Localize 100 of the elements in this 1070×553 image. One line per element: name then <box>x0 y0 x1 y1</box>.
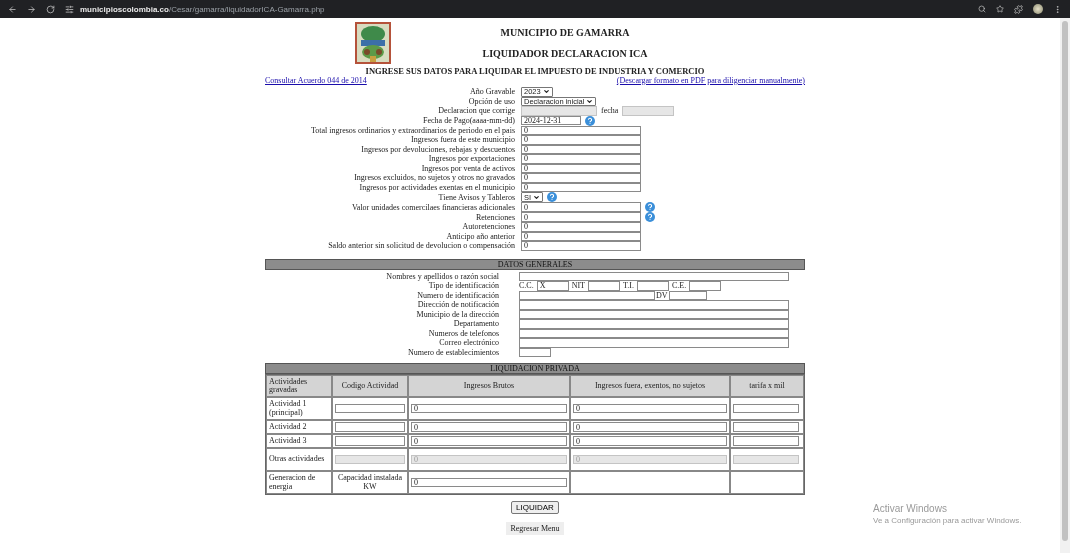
profile-avatar[interactable] <box>1033 4 1043 14</box>
address-bar-url[interactable]: municipioscolombia.co/Cesar/gamarra/liquidadorICA-Gamarra.php <box>80 4 325 14</box>
amount-field[interactable]: 0 <box>521 241 641 251</box>
field-label: Fecha de Pago(aaaa-mm-dd) <box>422 116 515 125</box>
amount-field[interactable]: 0 <box>521 202 641 212</box>
rate-field[interactable] <box>733 436 799 446</box>
text-field[interactable] <box>519 338 789 348</box>
field-label: Ingresos fuera de este municipio <box>410 135 515 145</box>
field-label: Municipio de la dirección <box>415 309 499 319</box>
field-label: Numero de establecimientos <box>406 347 499 357</box>
amount-field[interactable]: 0 <box>411 477 567 488</box>
field-label: T.I. <box>623 281 634 291</box>
correction-field[interactable] <box>521 106 597 116</box>
table-cell: Actividad 3 <box>266 434 332 448</box>
column-header: Ingresos Brutos <box>408 375 570 397</box>
section-header: LIQUIDACION PRIVADA <box>265 363 805 374</box>
help-icon[interactable] <box>645 212 655 222</box>
document-link[interactable]: (Descargar formato en PDF para diligenciar manualmente) <box>616 76 805 85</box>
text-field[interactable] <box>519 300 789 310</box>
amount-field[interactable]: 0 <box>521 231 641 241</box>
dv-field[interactable] <box>668 290 707 300</box>
field-label: Ingresos excluidos, no sujetos y otros no gravados <box>353 173 515 183</box>
puzzle-icon[interactable] <box>1014 4 1023 14</box>
text-field[interactable] <box>519 319 789 329</box>
amount-field[interactable]: 0 <box>521 154 641 164</box>
chevron-down-icon <box>586 97 594 105</box>
page-title: MUNICIPIO DE GAMARRA <box>500 27 630 38</box>
amount-field[interactable]: 0 <box>573 436 727 446</box>
field-label: C.E. <box>671 281 687 291</box>
field-label: fecha <box>601 106 619 116</box>
amount-field[interactable]: 0 <box>521 212 641 222</box>
id-type-field[interactable]: X <box>536 281 569 291</box>
amount-field[interactable]: 0 <box>521 144 641 154</box>
code-field[interactable] <box>335 436 405 446</box>
field-label: Tiene Avisos y Tableros <box>437 192 515 202</box>
rate-field[interactable] <box>733 403 799 414</box>
back-link[interactable]: Regresar Menu <box>506 522 564 535</box>
scrollbar[interactable] <box>1060 18 1070 553</box>
forward-icon[interactable] <box>27 4 36 14</box>
help-icon[interactable] <box>547 192 558 202</box>
menu-icon[interactable] <box>1053 4 1062 14</box>
amount-field[interactable]: 0 <box>411 436 567 446</box>
text-field[interactable] <box>519 290 655 300</box>
date-field[interactable] <box>622 106 675 116</box>
amount-field[interactable]: 0 <box>521 163 641 173</box>
date-field[interactable]: 2024-12-31 <box>521 115 581 126</box>
help-icon[interactable] <box>645 202 655 212</box>
liquidar-button[interactable]: LIQUIDAR <box>511 501 559 514</box>
id-type-field[interactable] <box>588 281 620 291</box>
amount-field[interactable]: 0 <box>573 422 727 432</box>
rate-field[interactable] <box>733 422 799 432</box>
activation-title: Activar Windows <box>873 503 948 514</box>
column-header: Ingresos fuera, exentos, no sujetos <box>570 375 730 397</box>
field-label: Total ingresos ordinarios y extraordinarios de periodo en el pais <box>309 125 515 135</box>
column-header: Actividades gravadas <box>266 375 332 397</box>
field-label: Opción de uso <box>467 96 515 106</box>
field-label: Nombres y apellidos o razón social <box>385 271 499 281</box>
code-field[interactable] <box>335 422 405 432</box>
star-icon[interactable] <box>996 5 1004 13</box>
amount-field[interactable]: 0 <box>521 182 641 192</box>
field-label: Valor unidades comercilaes financieras adicionales <box>350 202 515 212</box>
site-settings-icon[interactable] <box>65 4 74 14</box>
amount-field[interactable]: 0 <box>573 403 727 414</box>
amount-field[interactable]: 0 <box>521 135 641 145</box>
text-field[interactable] <box>519 309 789 319</box>
field-label: Retenciones <box>474 212 515 222</box>
chevron-down-icon <box>533 193 541 201</box>
text-field[interactable] <box>519 271 789 281</box>
field-label: Año Gravable <box>468 87 515 97</box>
amount-field[interactable]: 0 <box>521 222 641 232</box>
zoom-icon[interactable] <box>978 5 986 13</box>
help-icon[interactable] <box>585 115 595 126</box>
field-label: Dirección de notificación <box>416 300 499 310</box>
table-cell: Generacion de energia <box>266 471 332 494</box>
back-icon[interactable] <box>8 4 17 14</box>
document-link[interactable]: Consultar Acuerdo 044 de 2014 <box>265 76 367 85</box>
reload-icon[interactable] <box>46 4 55 14</box>
field-label: Anticipo año anterior <box>445 231 515 241</box>
amount-field[interactable]: 0 <box>411 422 567 432</box>
field-label: Tipo de identificación <box>427 281 499 291</box>
text-field[interactable] <box>519 347 551 357</box>
column-header: tarifa x mil <box>730 375 804 397</box>
amount-field[interactable]: 0 <box>521 125 641 135</box>
amount-field[interactable]: 0 <box>521 173 641 183</box>
column-header: Codigo Actividad <box>332 375 408 397</box>
field-label: Ingresos por devoluciones, rebajas y descuentos <box>360 144 515 154</box>
code-field[interactable] <box>335 403 405 414</box>
field-label: Declaracion que corrige <box>437 106 515 116</box>
field-label: Ingresos por actividades exentas en el municipio <box>358 182 515 192</box>
id-type-field[interactable] <box>636 281 669 291</box>
id-type-field[interactable] <box>689 281 722 291</box>
table-cell: Actividad 2 <box>266 420 332 434</box>
table-cell: Actividad 1 (principal) <box>266 397 332 420</box>
field-label: Departamento <box>452 319 499 329</box>
chevron-down-icon <box>542 88 550 96</box>
text-field[interactable] <box>519 328 789 338</box>
amount-field[interactable]: 0 <box>411 403 567 414</box>
page-subtitle: LIQUIDADOR DECLARACION ICA <box>482 48 648 59</box>
field-label: Numeros de telefonos <box>427 328 499 338</box>
table-cell: Otras actividades <box>266 448 332 471</box>
